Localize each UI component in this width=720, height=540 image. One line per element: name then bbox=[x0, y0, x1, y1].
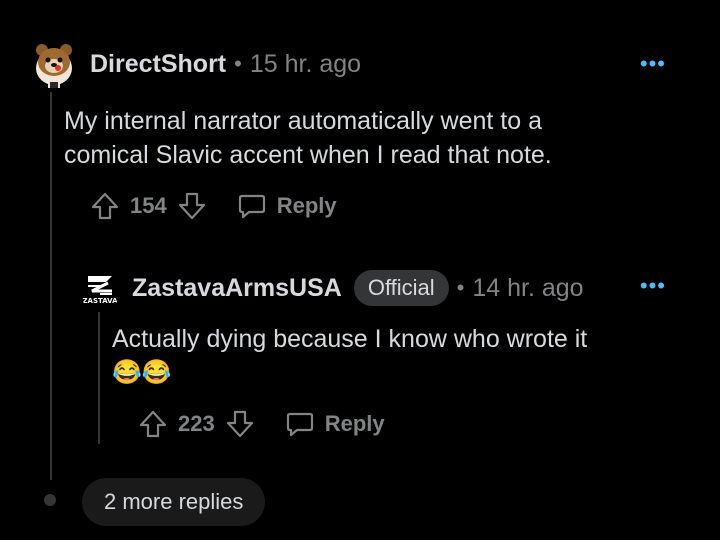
downvote-icon[interactable] bbox=[225, 409, 255, 439]
comment-actions: 223 Reply bbox=[138, 404, 718, 444]
comment-zastavaarmsusa: ZASTAVA ZastavaArmsUSA Official • 14 hr.… bbox=[78, 262, 718, 444]
reply-label: Reply bbox=[276, 193, 337, 218]
vote-count: 154 bbox=[130, 193, 167, 218]
comment-actions: 154 Reply bbox=[90, 186, 718, 226]
username[interactable]: DirectShort bbox=[90, 50, 226, 79]
separator-dot: • bbox=[456, 275, 465, 300]
timestamp[interactable]: 15 hr. ago bbox=[250, 50, 361, 79]
comment-header: ZASTAVA ZastavaArmsUSA Official • 14 hr.… bbox=[78, 262, 718, 314]
comment-body: Actually dying because I know who wrote … bbox=[112, 322, 718, 390]
vote-count: 223 bbox=[178, 411, 215, 436]
comment-bubble-icon bbox=[285, 409, 315, 439]
username[interactable]: ZastavaArmsUSA bbox=[132, 274, 342, 303]
more-replies-button[interactable]: 2 more replies bbox=[82, 478, 266, 526]
downvote-icon[interactable] bbox=[177, 191, 207, 221]
laughing-emoji: 😂😂 bbox=[112, 359, 172, 386]
comment-header: DirectShort • 15 hr. ago bbox=[28, 34, 718, 94]
snoo-bear-avatar-icon[interactable] bbox=[28, 38, 80, 90]
reply-button[interactable]: Reply bbox=[285, 409, 385, 439]
comment-bubble-icon bbox=[237, 191, 267, 221]
comment-body: My internal narrator automatically went … bbox=[64, 104, 718, 172]
official-badge: Official bbox=[353, 270, 449, 306]
zastava-logo-icon[interactable]: ZASTAVA bbox=[78, 266, 122, 310]
timestamp[interactable]: 14 hr. ago bbox=[472, 274, 583, 303]
reply-label: Reply bbox=[324, 411, 385, 436]
separator-dot: • bbox=[234, 51, 242, 76]
zastava-logo-text: ZASTAVA bbox=[82, 297, 118, 305]
comment-body-line: My internal narrator automatically went … bbox=[64, 107, 542, 135]
reply-button[interactable]: Reply bbox=[237, 191, 337, 221]
more-options-button[interactable]: ••• bbox=[640, 53, 666, 75]
comment-directshort: DirectShort • 15 hr. ago ••• My internal… bbox=[28, 34, 718, 226]
comment-body-line: comical Slavic accent when I read that n… bbox=[64, 141, 552, 169]
thread-dot bbox=[44, 494, 56, 506]
upvote-icon[interactable] bbox=[90, 191, 120, 221]
comment-body-line: Actually dying because I know who wrote … bbox=[112, 325, 588, 353]
upvote-icon[interactable] bbox=[138, 409, 168, 439]
more-options-button[interactable]: ••• bbox=[640, 275, 666, 297]
